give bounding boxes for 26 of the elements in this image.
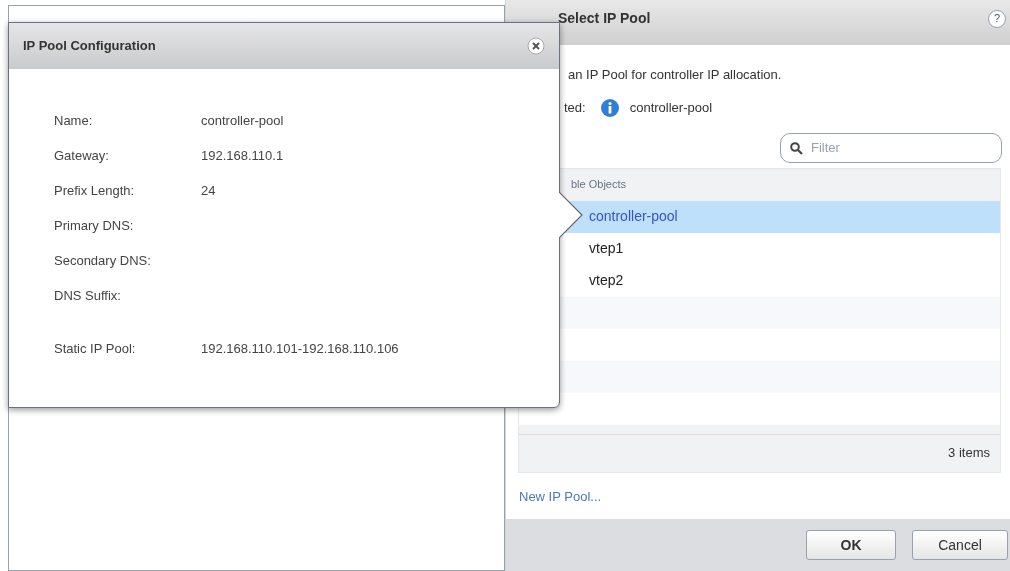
field-label: Primary DNS: [54,216,135,235]
selected-value: controller-pool [629,98,713,117]
close-icon[interactable] [527,37,545,55]
dialog-title: Select IP Pool [558,9,651,28]
field-value: 24 [201,181,216,200]
info-icon [599,97,620,118]
field-label: Gateway: [54,146,110,165]
cancel-button[interactable]: Cancel [912,530,1008,560]
search-icon [790,141,803,155]
filter-field[interactable]: Filter [780,132,1002,163]
field-label: DNS Suffix: [54,286,122,305]
field-label: Prefix Length: [54,181,136,200]
ok-button[interactable]: OK [806,530,896,560]
field-value: 192.168.110.101-192.168.110.106 [201,339,399,358]
new-pool-link[interactable]: New IP Pool... [519,488,602,504]
field-value: controller-pool [201,111,284,130]
column-header: ble Objects [571,177,627,193]
field-label: Secondary DNS: [54,251,152,270]
field-label: Static IP Pool: [54,339,137,358]
field-value: 192.168.110.1 [201,146,284,165]
instruction-text: an IP Pool for controller IP allocation. [568,67,782,82]
field-label: Name: [54,111,94,130]
item-count: 3 items [948,444,990,463]
popup-title: IP Pool Configuration [23,37,156,56]
help-icon[interactable]: ? [988,9,1006,28]
selected-label: ted: [564,98,586,117]
